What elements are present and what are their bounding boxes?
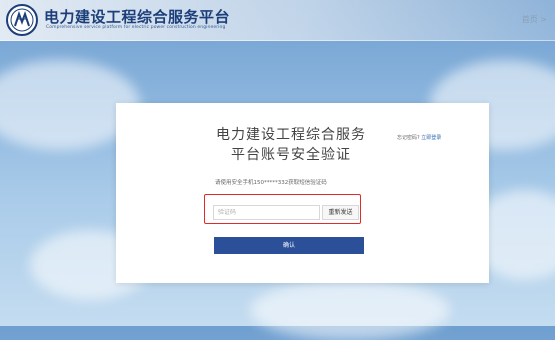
confirm-button[interactable]: 确认 [214,237,364,254]
brand-subtitle: Comprehensive service platform for elect… [46,25,226,30]
title-line-2: 平台账号安全验证 [231,147,351,163]
page-title: 电力建设工程综合服务 平台账号安全验证 [206,125,376,165]
home-link[interactable]: 首页 > [522,14,547,25]
verification-code-input[interactable] [213,205,320,220]
forgot-password-link[interactable]: 忘记密码? [397,135,420,141]
logo-icon [6,4,38,36]
brand-title: 电力建设工程综合服务平台 [44,8,231,26]
resend-button[interactable]: 重新发送 [322,205,359,220]
cloud [250,280,450,340]
verification-card: 电力建设工程综合服务 平台账号安全验证 忘记密码? 立即登录 请使用安全手机15… [116,103,489,283]
login-now-link[interactable]: 立即登录 [421,135,441,141]
top-header: 电力建设工程综合服务平台 Comprehensive service platf… [0,0,555,41]
sms-hint: 请使用安全手机150*****332获取短信验证码 [215,180,327,186]
login-links: 忘记密码? 立即登录 [397,134,441,141]
title-line-1: 电力建设工程综合服务 [216,127,366,143]
